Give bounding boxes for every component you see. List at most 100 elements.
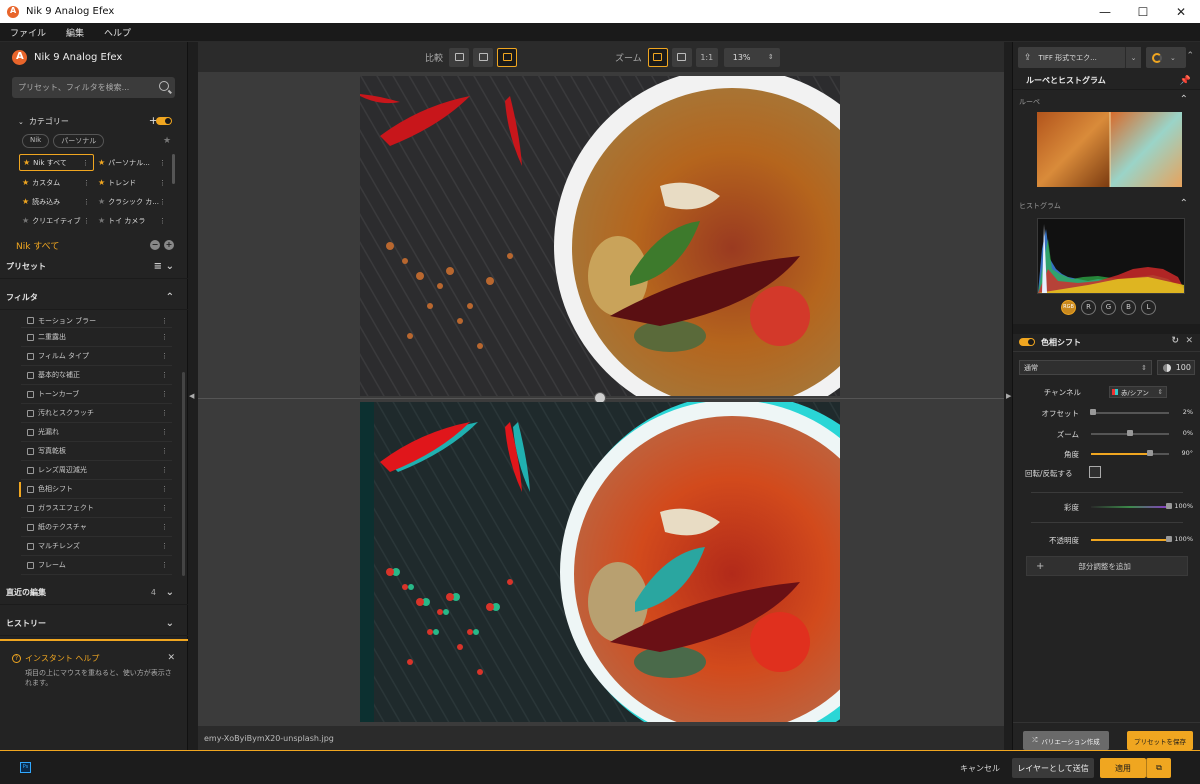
filter-item[interactable]: 汚れとスクラッチ ⋮ <box>21 404 172 423</box>
saturation-slider[interactable] <box>1091 503 1172 509</box>
opacity-thumb[interactable] <box>1166 536 1172 542</box>
more-icon[interactable]: ⋮ <box>161 409 168 417</box>
zoom-slider[interactable] <box>1091 430 1169 436</box>
filter-item[interactable]: マルチレンズ ⋮ <box>21 537 172 556</box>
more-icon[interactable]: ⋮ <box>161 561 168 569</box>
chevron-up-icon[interactable]: ⌃ <box>1180 198 1188 209</box>
filter-item[interactable]: 光漏れ ⋮ <box>21 423 172 442</box>
category-header[interactable]: ⌄ カテゴリー + <box>18 114 176 127</box>
menu-file[interactable]: ファイル <box>10 26 46 39</box>
offset-thumb[interactable] <box>1089 409 1096 415</box>
filter-item[interactable]: ガラスエフェクト ⋮ <box>21 499 172 518</box>
saturation-thumb[interactable] <box>1166 503 1172 509</box>
filter-item[interactable]: 写真乾板 ⋮ <box>21 442 172 461</box>
angle-thumb[interactable] <box>1146 450 1153 456</box>
category-toggle[interactable] <box>156 117 172 125</box>
filter-item[interactable]: フィルム タイプ ⋮ <box>21 347 172 366</box>
search-input[interactable]: プリセット、フィルタを検索... <box>12 77 175 98</box>
loupe-view[interactable] <box>1037 112 1182 187</box>
cancel-button[interactable]: キャンセル <box>956 758 1004 778</box>
angle-slider[interactable] <box>1091 450 1169 456</box>
collapse-left-icon[interactable]: ◀ <box>189 392 194 400</box>
fill-view-button[interactable] <box>671 47 692 67</box>
category-nik-all[interactable]: ★ Nik すべて ⋮ <box>19 154 94 171</box>
more-icon[interactable]: ⋮ <box>161 542 168 550</box>
maximize-button[interactable]: ☐ <box>1124 0 1162 23</box>
remove-filter-icon[interactable]: ✕ <box>1185 336 1193 346</box>
apply-button[interactable]: 適用 <box>1100 758 1146 778</box>
minimize-button[interactable]: — <box>1086 0 1124 23</box>
chip-nik[interactable]: Nik <box>22 134 50 148</box>
filter-item-active[interactable]: 色相シフト ⋮ <box>19 480 172 499</box>
more-icon[interactable]: ⋮ <box>161 352 168 360</box>
menu-edit[interactable]: 編集 <box>66 26 84 39</box>
chevron-up-icon[interactable]: ⌃ <box>1180 94 1188 105</box>
zoom-thumb[interactable] <box>1127 430 1133 436</box>
collapse-right-icon[interactable]: ▶ <box>1006 392 1011 400</box>
recent-edits-header[interactable]: 直近の編集 4 ⌄ <box>0 581 188 605</box>
category-custom[interactable]: ★ カスタム ⋮ <box>19 174 94 191</box>
category-imported[interactable]: ★ 読み込み ⋮ <box>19 193 94 210</box>
more-icon[interactable]: ⋮ <box>161 485 168 493</box>
chip-personal[interactable]: パーソナル <box>53 134 105 148</box>
filters-section-header[interactable]: フィルタ ⌃ <box>0 286 188 310</box>
menu-help[interactable]: ヘルプ <box>104 26 131 39</box>
more-icon[interactable]: ⋮ <box>161 371 168 379</box>
more-icon[interactable]: ⋮ <box>159 198 166 206</box>
more-icon[interactable]: ⋮ <box>161 428 168 436</box>
filter-item[interactable]: 基本的な補正 ⋮ <box>21 366 172 385</box>
chevron-down-icon[interactable]: ⌄ <box>166 261 174 272</box>
channel-rgb-button[interactable]: RGB <box>1061 300 1076 315</box>
more-icon[interactable]: ⋮ <box>161 447 168 455</box>
export-dropdown-button[interactable]: ⌄ <box>1125 47 1141 68</box>
filter-item[interactable]: レンズ周辺減光 ⋮ <box>21 461 172 480</box>
filter-item[interactable]: 紙のテクスチャ ⋮ <box>21 518 172 537</box>
one-to-one-button[interactable]: 1:1 <box>695 47 718 67</box>
more-icon[interactable]: ⋮ <box>161 317 168 325</box>
more-icon[interactable]: ⋮ <box>82 159 89 167</box>
preset-loader-button[interactable]: ⌄ <box>1146 47 1186 68</box>
send-as-layer-button[interactable]: レイヤーとして送信 <box>1012 758 1094 778</box>
close-window-button[interactable]: ✕ <box>1162 0 1200 23</box>
channel-b-button[interactable]: B <box>1121 300 1136 315</box>
more-icon[interactable]: ⋮ <box>161 466 168 474</box>
more-icon[interactable]: ⋮ <box>161 523 168 531</box>
chevron-down-icon[interactable]: ⌄ <box>166 618 174 629</box>
reset-icon[interactable]: ↻ <box>1171 336 1179 346</box>
history-header[interactable]: ヒストリー ⌄ <box>0 612 188 636</box>
more-icon[interactable]: ⋮ <box>161 333 168 341</box>
channel-select[interactable]: 赤/シアン ⇕ <box>1109 386 1167 398</box>
channel-g-button[interactable]: G <box>1101 300 1116 315</box>
channel-r-button[interactable]: R <box>1081 300 1096 315</box>
filter-opacity-field[interactable]: 100 <box>1157 360 1195 375</box>
flip-icon[interactable] <box>1089 466 1101 478</box>
more-icon[interactable]: ⋮ <box>83 198 90 206</box>
add-circle-icon[interactable]: + <box>164 240 174 250</box>
category-classic-camera[interactable]: ★ クラシック カ... ⋮ <box>95 193 170 210</box>
presets-section-header[interactable]: プリセット ≡ ⌄ <box>0 255 188 279</box>
create-variation-button[interactable]: ⤮ バリエーション作成 <box>1023 731 1109 750</box>
pin-icon[interactable]: 📌 <box>1180 76 1191 86</box>
more-icon[interactable]: ⋮ <box>83 217 90 225</box>
zoom-select[interactable]: 13% ⇕ <box>723 47 780 67</box>
offset-slider[interactable] <box>1089 409 1169 415</box>
compare-split-button[interactable] <box>473 47 494 67</box>
apply-options-button[interactable]: ⧉ <box>1146 758 1171 778</box>
canvas-area[interactable]: ◀ ▶ <box>189 72 1011 726</box>
chevron-down-icon[interactable]: ⌄ <box>166 587 174 598</box>
fit-view-button[interactable] <box>647 47 668 67</box>
save-preset-button[interactable]: プリセットを保存 <box>1127 731 1193 750</box>
compare-single-button[interactable] <box>449 47 470 67</box>
filter-item[interactable]: フレーム ⋮ <box>21 556 172 575</box>
compare-stacked-button[interactable] <box>497 47 518 67</box>
loupe-histogram-header[interactable]: ルーペとヒストグラム 📌 <box>1013 72 1200 90</box>
filter-item[interactable]: 二重露出 ⋮ <box>21 328 172 347</box>
panel-collapse-icon[interactable]: ⌃ <box>1186 51 1194 61</box>
category-trend[interactable]: ★ トレンド ⋮ <box>95 174 170 191</box>
add-local-adjustment-button[interactable]: + 部分調整を追加 <box>1026 556 1188 576</box>
opacity-slider[interactable] <box>1091 536 1172 542</box>
blend-mode-select[interactable]: 通常 ⇕ <box>1019 360 1152 375</box>
remove-circle-icon[interactable]: − <box>150 240 160 250</box>
category-toy-camera[interactable]: ★ トイ カメラ ⋮ <box>95 212 170 229</box>
more-icon[interactable]: ⋮ <box>159 179 166 187</box>
